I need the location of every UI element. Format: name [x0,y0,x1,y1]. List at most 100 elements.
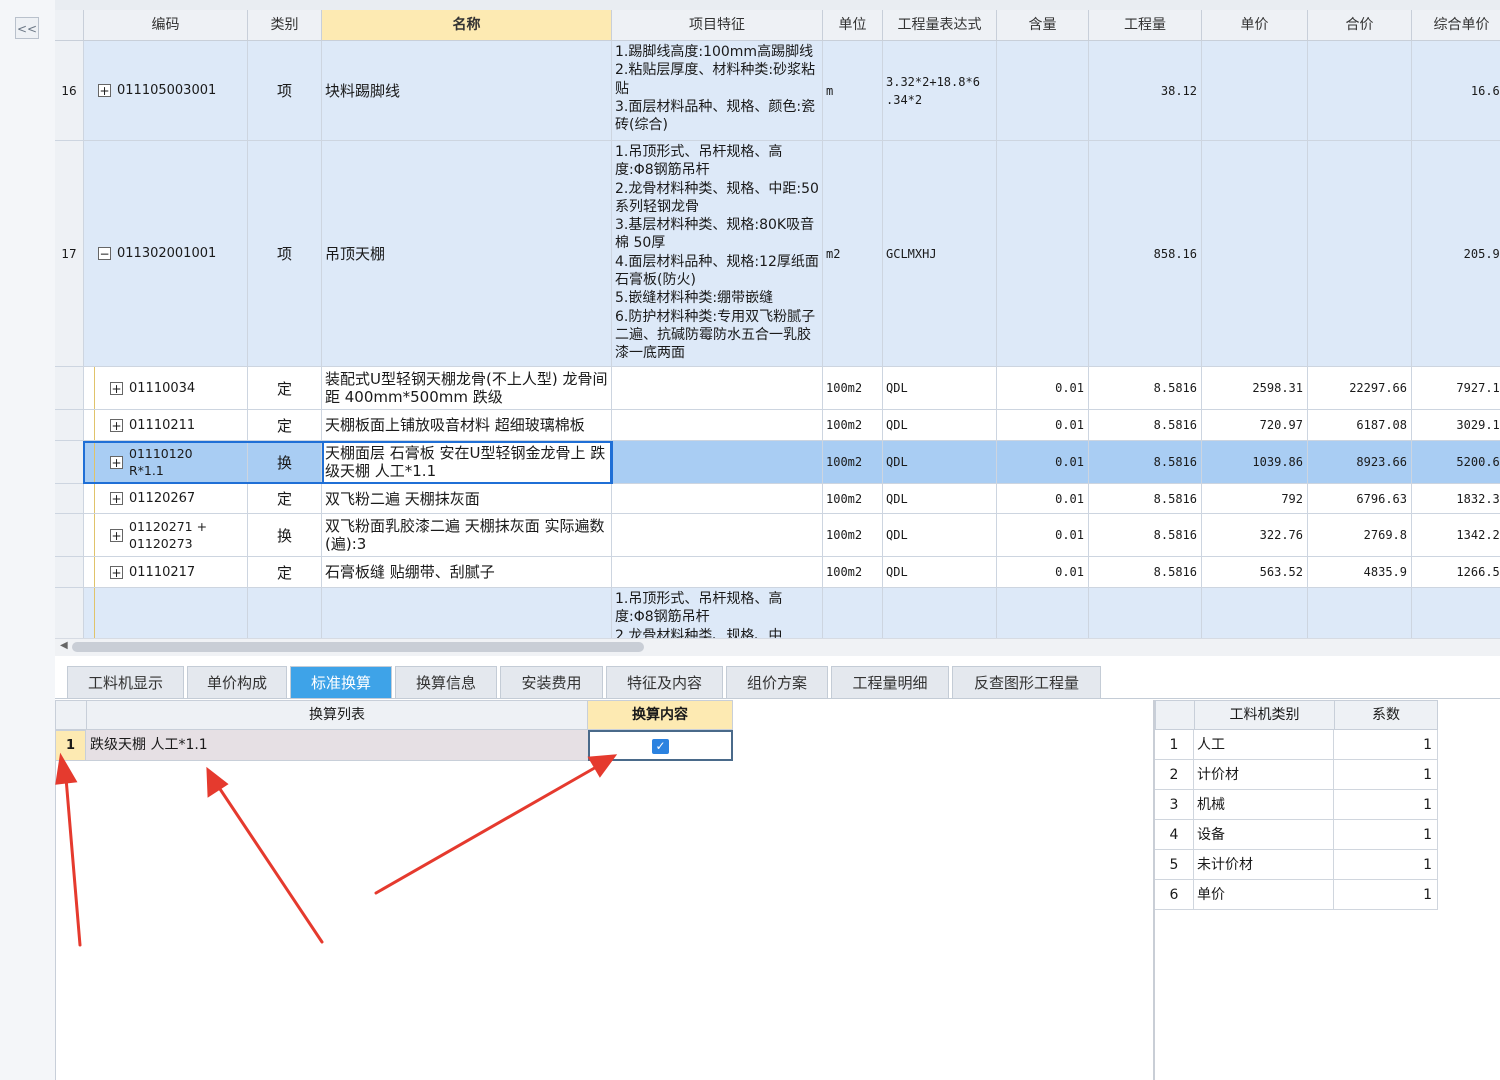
col-header-num[interactable] [55,10,84,41]
tab-2[interactable]: 标准换算 [290,666,392,698]
cell-total[interactable]: 22297.66 [1308,367,1412,410]
cell-comp[interactable]: 1266.59 [1412,557,1500,588]
cell-total[interactable]: 6187.08 [1308,410,1412,441]
cell-content[interactable]: 0.01 [997,484,1089,514]
tab-7[interactable]: 工程量明细 [831,666,949,698]
cell-unit[interactable]: 100m2 [823,484,883,514]
cell-qty[interactable]: 8.5816 [1089,367,1202,410]
cell-unit[interactable] [823,588,883,638]
cell-qty[interactable]: 8.5816 [1089,514,1202,557]
quota-row[interactable]: +01110120 R*1.1 换 天棚面层 石膏板 安在U型轻钢金龙骨上 跌级天棚… [55,441,1500,484]
cell-expr[interactable]: QDL [883,557,997,588]
cell-code[interactable]: +01110217 [84,557,248,588]
quota-row[interactable]: +01120267 定 双飞粉二遍 天棚抹灰面 100m2 QDL 0.01 8.5816 7… [55,484,1500,514]
expand-icon[interactable]: + [110,565,123,579]
cell-unit[interactable]: 100m2 [823,514,883,557]
bill-item-row[interactable]: 1.吊顶形式、吊杆规格、高度:Φ8钢筋吊杆 2.龙骨材料种类、规格、中 [55,588,1500,638]
bill-item-row[interactable]: 17 −011302001001 项 吊顶天棚 1.吊顶形式、吊杆规格、高度:Φ8钢筋吊… [55,141,1500,367]
tab-8[interactable]: 反查图形工程量 [952,666,1101,698]
cell-type[interactable]: 定 [248,484,322,514]
expand-icon[interactable]: + [110,455,123,469]
col-header-code[interactable]: 编码 [84,10,248,41]
cell-price[interactable] [1202,588,1308,638]
cell-total[interactable] [1308,141,1412,367]
coef-row[interactable]: 2 计价材 1 [1155,760,1438,790]
cell-type[interactable]: 项 [248,141,322,367]
cell-code[interactable]: +01120267 [84,484,248,514]
cell-type[interactable]: 定 [248,557,322,588]
col-header-comp[interactable]: 综合单价 [1412,10,1500,41]
conversion-checkbox[interactable]: ✓ [652,739,669,754]
coef-row[interactable]: 6 单价 1 [1155,880,1438,910]
cell-unit[interactable]: 100m2 [823,441,883,484]
tab-4[interactable]: 安装费用 [500,666,603,698]
cell-comp[interactable] [1412,588,1500,638]
expand-icon[interactable]: + [110,381,123,395]
cell-expr[interactable]: GCLMXHJ [883,141,997,367]
cell-qty[interactable]: 8.5816 [1089,441,1202,484]
expand-icon[interactable]: + [110,418,123,432]
coef-row[interactable]: 4 设备 1 [1155,820,1438,850]
cell-content[interactable]: 0.01 [997,514,1089,557]
coef-value-input[interactable]: 1 [1334,760,1438,790]
cell-name[interactable]: 装配式U型轻钢天棚龙骨(不上人型) 龙骨间距 400mm*500mm 跌级 [322,367,612,410]
cell-unit[interactable]: 100m2 [823,557,883,588]
cell-total[interactable]: 6796.63 [1308,484,1412,514]
quota-row[interactable]: +01110211 定 天棚板面上铺放吸音材料 超细玻璃棉板 100m2 QDL 0.01… [55,410,1500,441]
cell-expr[interactable] [883,588,997,638]
cell-comp[interactable]: 3029.14 [1412,410,1500,441]
cell-qty[interactable] [1089,588,1202,638]
coef-row[interactable]: 1 人工 1 [1155,730,1438,760]
cell-content[interactable]: 0.01 [997,557,1089,588]
conversion-content-cell[interactable]: ✓ [588,730,733,761]
col-header-total[interactable]: 合价 [1308,10,1412,41]
cell-type[interactable]: 换 [248,514,322,557]
cell-content[interactable] [997,41,1089,141]
cell-expr[interactable]: QDL [883,410,997,441]
cell-qty[interactable]: 8.5816 [1089,484,1202,514]
coef-value-input[interactable]: 1 [1334,820,1438,850]
cell-code[interactable] [84,588,248,638]
tab-6[interactable]: 组价方案 [726,666,828,698]
cell-feature[interactable] [612,367,823,410]
conversion-item[interactable]: 跌级天棚 人工*1.1 [86,730,588,761]
col-header-price[interactable]: 单价 [1202,10,1308,41]
cell-qty[interactable]: 8.5816 [1089,410,1202,441]
coef-row[interactable]: 5 未计价材 1 [1155,850,1438,880]
cell-feature[interactable] [612,557,823,588]
cell-expr[interactable]: QDL [883,484,997,514]
expand-icon[interactable]: + [110,492,123,505]
quota-row[interactable]: +01110034 定 装配式U型轻钢天棚龙骨(不上人型) 龙骨间距 400mm*5… [55,367,1500,410]
cell-price[interactable]: 2598.31 [1202,367,1308,410]
cell-name[interactable]: 块料踢脚线 [322,41,612,141]
cell-type[interactable]: 定 [248,367,322,410]
cell-total[interactable] [1308,41,1412,141]
cell-type[interactable] [248,588,322,638]
cell-total[interactable]: 4835.9 [1308,557,1412,588]
cell-type[interactable]: 项 [248,41,322,141]
tab-5[interactable]: 特征及内容 [606,666,723,698]
cell-comp[interactable]: 1342.22 [1412,514,1500,557]
cell-content[interactable] [997,588,1089,638]
cell-feature[interactable] [612,441,823,484]
col-header-type[interactable]: 类别 [248,10,322,41]
horizontal-scroll-thumb[interactable] [72,642,644,652]
tab-1[interactable]: 单价构成 [187,666,287,698]
col-header-content[interactable]: 含量 [997,10,1089,41]
cell-content[interactable] [997,141,1089,367]
collapse-panel-button[interactable]: << [15,17,39,39]
cell-content[interactable]: 0.01 [997,441,1089,484]
cell-code[interactable]: +01110034 [84,367,248,410]
tab-0[interactable]: 工料机显示 [67,666,184,698]
cell-code[interactable]: +01120271 + 01120273 [84,514,248,557]
cell-feature[interactable] [612,514,823,557]
cell-type[interactable]: 换 [248,441,322,484]
cell-name[interactable] [322,588,612,638]
expand-icon[interactable]: + [110,528,123,542]
cell-comp[interactable]: 205.98 [1412,141,1500,367]
cell-price[interactable]: 792 [1202,484,1308,514]
col-header-unit[interactable]: 单位 [823,10,883,41]
cell-name[interactable]: 天棚面层 石膏板 安在U型轻钢金龙骨上 跌级天棚 人工*1.1 [322,441,612,484]
coef-value-input[interactable]: 1 [1334,880,1438,910]
col-header-expr[interactable]: 工程量表达式 [883,10,997,41]
